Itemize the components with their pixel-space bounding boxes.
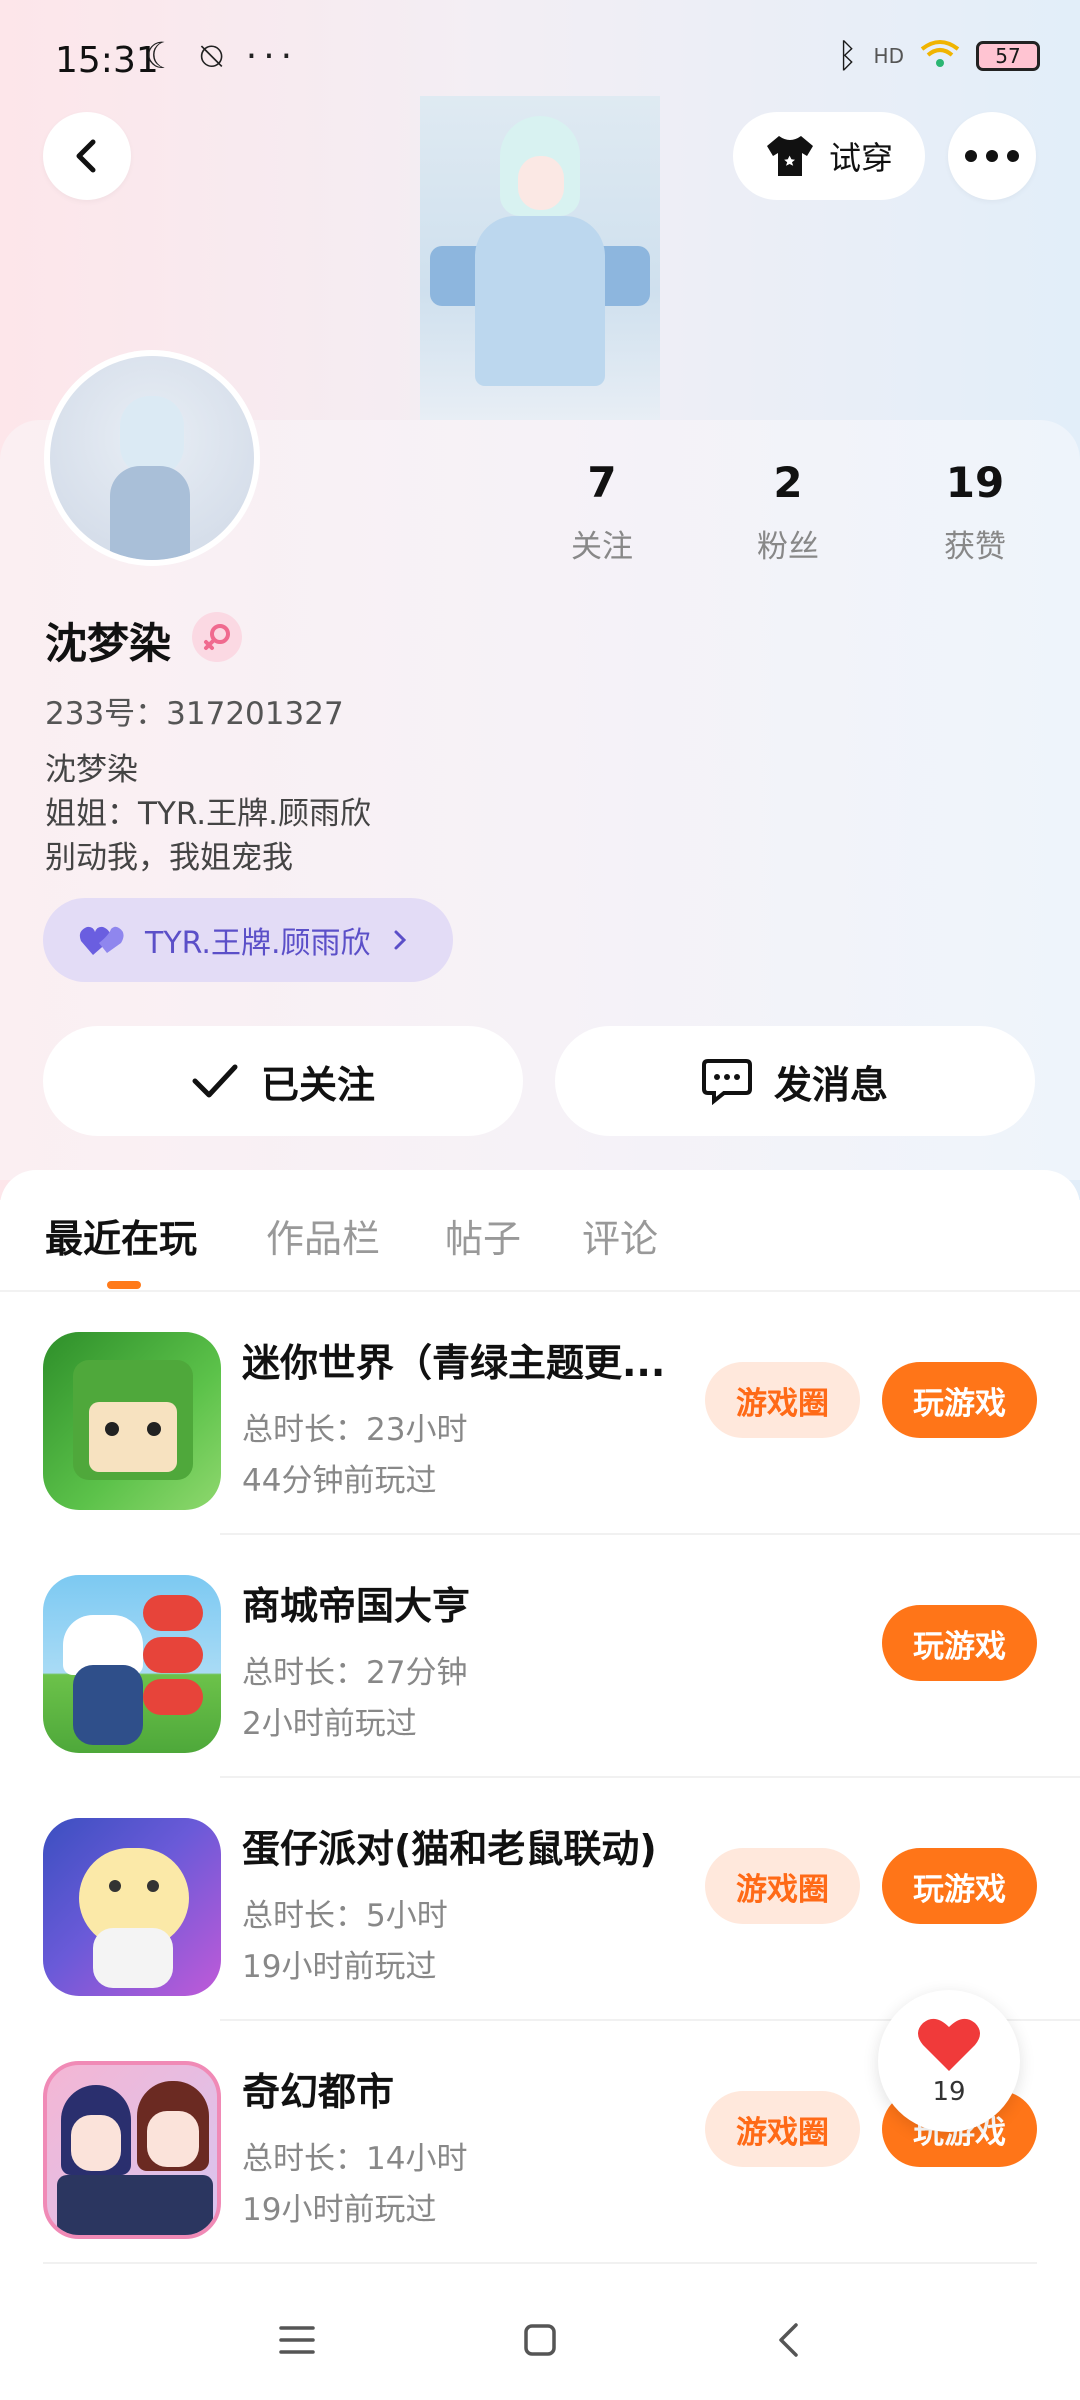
signal-icon: HD (873, 44, 904, 68)
game-icon (43, 2061, 221, 2239)
game-duration: 总时长：23小时 (242, 1412, 468, 1448)
avatar[interactable] (44, 350, 260, 566)
heart-icon (918, 2018, 980, 2071)
mute-icon: ⍉ (200, 36, 229, 77)
send-message-button[interactable]: 发消息 (555, 1026, 1035, 1136)
tab-posts[interactable]: 帖子 (445, 1208, 521, 1263)
status-time: 15:31 (55, 40, 159, 81)
stat-following-value: 7 (587, 458, 617, 507)
play-game-button[interactable]: 玩游戏 (882, 1848, 1037, 1924)
game-circle-button[interactable]: 游戏圈 (705, 1848, 860, 1924)
profile-uid: 233号：317201327 (45, 696, 344, 732)
game-title: 奇幻都市 (242, 2070, 395, 2114)
game-title: 蛋仔派对(猫和老鼠联动) (242, 1827, 657, 1871)
try-on-button[interactable]: 试穿 (733, 112, 925, 200)
game-last-played: 2小时前玩过 (242, 1706, 417, 1742)
stat-following-label: 关注 (571, 529, 633, 565)
send-message-label: 发消息 (773, 1062, 888, 1107)
more-status-icon: ··· (245, 36, 299, 77)
game-last-played: 44分钟前玩过 (242, 1463, 437, 1499)
back-arrow-icon (779, 2323, 798, 2357)
game-duration: 总时长：27分钟 (242, 1655, 468, 1691)
system-back-button[interactable] (758, 2310, 818, 2370)
game-circle-button[interactable]: 游戏圈 (705, 2091, 860, 2167)
row-divider (43, 2262, 1037, 2264)
bio-line: 沈梦染 (45, 752, 138, 788)
followed-label: 已关注 (260, 1062, 375, 1107)
battery-icon: 57 (976, 41, 1040, 71)
tab-recently-played[interactable]: 最近在玩 (45, 1208, 197, 1263)
game-duration: 总时长：5小时 (242, 1898, 448, 1934)
back-button[interactable] (43, 112, 131, 200)
play-game-button[interactable]: 玩游戏 (882, 1605, 1037, 1681)
game-icon (43, 1332, 221, 1510)
game-icon (43, 1818, 221, 1996)
relationship-label: TYR.王牌.顾雨欣 (145, 926, 371, 961)
active-tab-indicator (107, 1281, 141, 1289)
stat-fans-value: 2 (773, 458, 803, 507)
bio-line: 姐姐：TYR.王牌.顾雨欣 (45, 796, 372, 832)
status-bar: 15:31 ☾ ⍉ ··· ᛒ HD 57 (0, 0, 1080, 90)
menu-button[interactable] (267, 2310, 327, 2370)
profile-bio: 沈梦染 姐姐：TYR.王牌.顾雨欣 别动我，我姐宠我 (45, 748, 371, 880)
stat-fans[interactable]: 2 粉丝 (718, 458, 858, 566)
profile-name: 沈梦染 (45, 619, 172, 668)
wifi-icon (920, 39, 960, 73)
game-icon (43, 1575, 221, 1753)
try-on-label: 试穿 (828, 139, 893, 177)
more-dots-icon (965, 150, 1019, 162)
game-list-item[interactable]: 迷你世界（青绿主题更... 总时长：23小时 44分钟前玩过 游戏圈 玩游戏 (0, 1292, 1080, 1535)
home-button[interactable] (510, 2310, 570, 2370)
stat-likes-label: 获赞 (944, 529, 1006, 565)
chevron-left-icon (76, 139, 96, 173)
like-count: 19 (932, 2077, 966, 2107)
tab-comments[interactable]: 评论 (582, 1208, 658, 1263)
followed-button[interactable]: 已关注 (43, 1026, 523, 1136)
system-navigation-bar (0, 2270, 1080, 2400)
game-title: 商城帝国大亨 (242, 1584, 471, 1628)
game-last-played: 19小时前玩过 (242, 2192, 437, 2228)
status-left-icons: ☾ ⍉ ··· (145, 36, 298, 78)
bio-line: 别动我，我姐宠我 (45, 840, 293, 876)
game-last-played: 19小时前玩过 (242, 1949, 437, 1985)
menu-icon (279, 2326, 315, 2354)
stat-following[interactable]: 7 关注 (532, 458, 672, 566)
home-square-icon (524, 2324, 556, 2356)
bluetooth-icon: ᛒ (837, 36, 858, 76)
relationship-pill[interactable]: TYR.王牌.顾雨欣 (43, 898, 453, 982)
game-duration: 总时长：14小时 (242, 2141, 468, 2177)
checkmark-icon (192, 1064, 238, 1098)
like-float-button[interactable]: 19 (878, 1990, 1020, 2132)
game-list-item[interactable]: 蛋仔派对(猫和老鼠联动) 总时长：5小时 19小时前玩过 游戏圈 玩游戏 (0, 1778, 1080, 2021)
chat-bubble-icon (701, 1059, 752, 1105)
chevron-right-icon (394, 930, 406, 950)
more-options-button[interactable] (948, 112, 1036, 200)
play-game-button[interactable]: 玩游戏 (882, 1362, 1037, 1438)
stat-likes[interactable]: 19 获赞 (905, 458, 1045, 566)
game-title: 迷你世界（青绿主题更... (242, 1341, 666, 1385)
game-circle-button[interactable]: 游戏圈 (705, 1362, 860, 1438)
moon-icon: ☾ (145, 36, 184, 77)
character-showcase-image[interactable] (420, 96, 660, 421)
stat-fans-label: 粉丝 (757, 529, 819, 565)
stat-likes-value: 19 (945, 458, 1005, 507)
double-heart-icon (79, 926, 124, 955)
game-list-item[interactable]: 商城帝国大亨 总时长：27分钟 2小时前玩过 玩游戏 (0, 1535, 1080, 1778)
tshirt-icon (766, 136, 813, 176)
tab-works[interactable]: 作品栏 (266, 1208, 380, 1263)
female-icon (192, 612, 242, 662)
status-right-icons: ᛒ HD 57 (837, 36, 1040, 76)
